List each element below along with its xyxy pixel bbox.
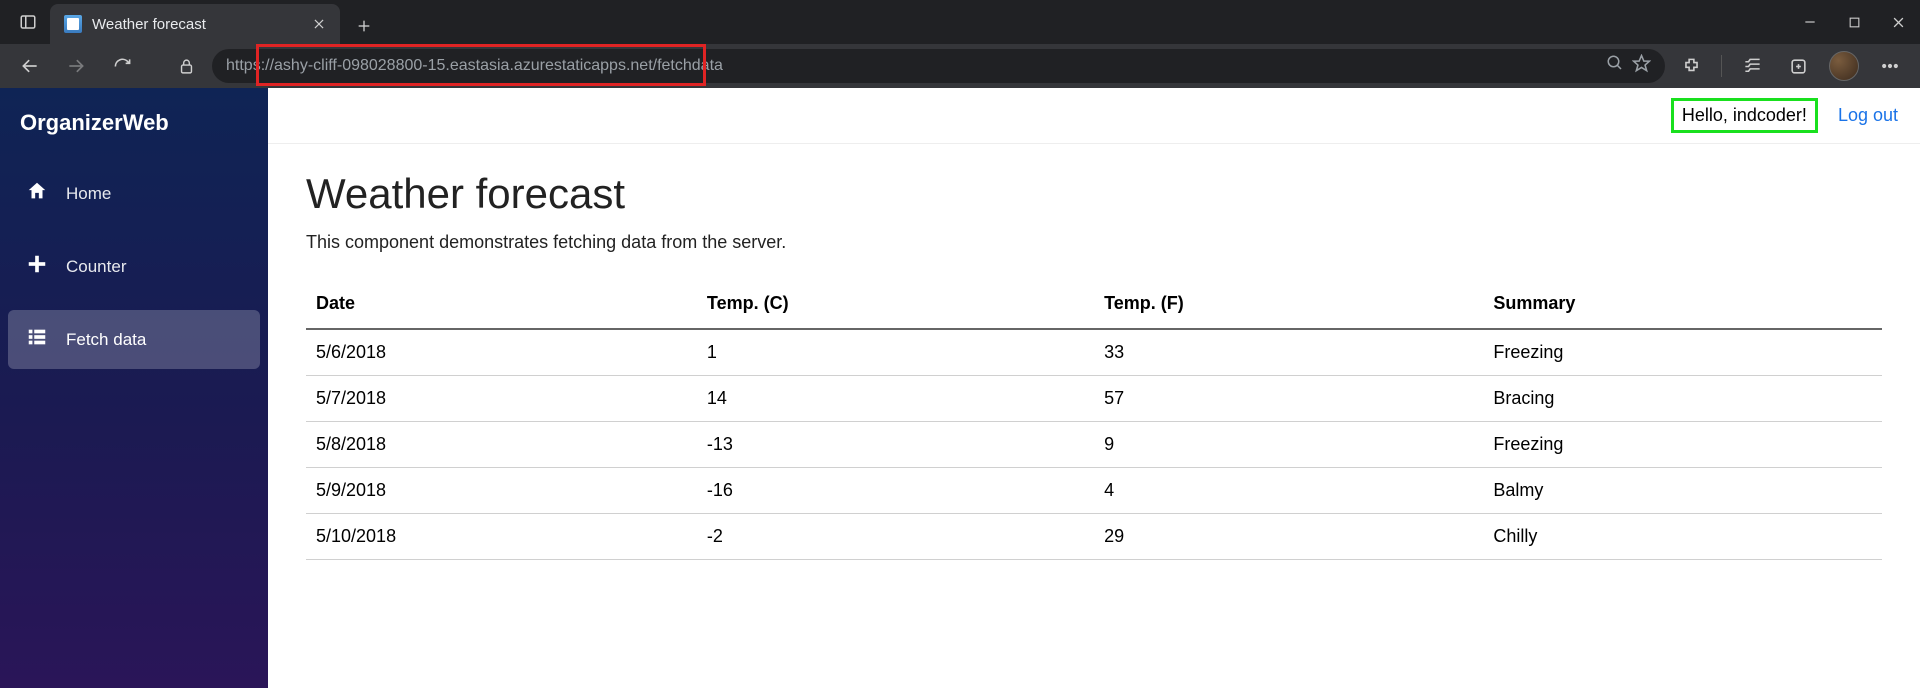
table-body: 5/6/2018 1 33 Freezing 5/7/2018 14 57 Br… xyxy=(306,329,1882,560)
more-menu-button[interactable] xyxy=(1870,46,1910,86)
forecast-table: Date Temp. (C) Temp. (F) Summary 5/6/201… xyxy=(306,279,1882,560)
cell-summary: Chilly xyxy=(1483,514,1882,560)
sidebar-item-counter[interactable]: Counter xyxy=(8,237,260,296)
home-icon xyxy=(26,180,48,207)
cell-summary: Freezing xyxy=(1483,422,1882,468)
nav-refresh-button[interactable] xyxy=(102,46,142,86)
tab-title: Weather forecast xyxy=(92,16,206,33)
table-row: 5/7/2018 14 57 Bracing xyxy=(306,376,1882,422)
table-row: 5/6/2018 1 33 Freezing xyxy=(306,329,1882,376)
cell-date: 5/7/2018 xyxy=(306,376,697,422)
collections-button[interactable] xyxy=(1778,46,1818,86)
cell-temp-f: 57 xyxy=(1094,376,1483,422)
logout-link[interactable]: Log out xyxy=(1838,105,1898,126)
app-brand[interactable]: OrganizerWeb xyxy=(0,88,268,164)
sidebar-item-fetch-data[interactable]: Fetch data xyxy=(8,310,260,369)
page-viewport: OrganizerWeb Home Counter Fetch data Hel… xyxy=(0,88,1920,688)
table-header-row: Date Temp. (C) Temp. (F) Summary xyxy=(306,279,1882,329)
plus-icon xyxy=(26,253,48,280)
sidebar-item-home[interactable]: Home xyxy=(8,164,260,223)
address-bar-url: https://ashy-cliff-098028800-15.eastasia… xyxy=(226,57,723,75)
list-icon xyxy=(26,326,48,353)
user-greeting: Hello, indcoder! xyxy=(1671,98,1818,133)
browser-toolbar: https://ashy-cliff-098028800-15.eastasia… xyxy=(0,44,1920,88)
cell-date: 5/9/2018 xyxy=(306,468,697,514)
tab-close-button[interactable] xyxy=(312,17,326,31)
cell-temp-c: -16 xyxy=(697,468,1094,514)
tab-strip: Weather forecast xyxy=(0,0,1920,44)
cell-summary: Bracing xyxy=(1483,376,1882,422)
window-minimize-button[interactable] xyxy=(1788,0,1832,44)
cell-date: 5/10/2018 xyxy=(306,514,697,560)
cell-summary: Balmy xyxy=(1483,468,1882,514)
profile-button[interactable] xyxy=(1824,46,1864,86)
col-summary: Summary xyxy=(1483,279,1882,329)
sidebar-item-label: Fetch data xyxy=(66,330,146,350)
tab-actions-button[interactable] xyxy=(6,0,50,44)
top-bar: Hello, indcoder! Log out xyxy=(268,88,1920,144)
nav-forward-button[interactable] xyxy=(56,46,96,86)
window-close-button[interactable] xyxy=(1876,0,1920,44)
cell-temp-f: 33 xyxy=(1094,329,1483,376)
window-controls xyxy=(1788,0,1920,44)
table-row: 5/9/2018 -16 4 Balmy xyxy=(306,468,1882,514)
favicon-icon xyxy=(64,15,82,33)
page-subtitle: This component demonstrates fetching dat… xyxy=(306,232,1882,253)
window-maximize-button[interactable] xyxy=(1832,0,1876,44)
cell-temp-c: 14 xyxy=(697,376,1094,422)
avatar-icon xyxy=(1829,51,1859,81)
cell-temp-f: 29 xyxy=(1094,514,1483,560)
sidebar-item-label: Home xyxy=(66,184,111,204)
sidebar: OrganizerWeb Home Counter Fetch data xyxy=(0,88,268,688)
address-bar[interactable]: https://ashy-cliff-098028800-15.eastasia… xyxy=(212,49,1665,83)
zoom-icon[interactable] xyxy=(1606,54,1624,78)
cell-date: 5/8/2018 xyxy=(306,422,697,468)
cell-temp-f: 4 xyxy=(1094,468,1483,514)
nav-back-button[interactable] xyxy=(10,46,50,86)
cell-temp-c: -13 xyxy=(697,422,1094,468)
site-info-button[interactable] xyxy=(166,46,206,86)
table-row: 5/8/2018 -13 9 Freezing xyxy=(306,422,1882,468)
sidebar-item-label: Counter xyxy=(66,257,126,277)
cell-summary: Freezing xyxy=(1483,329,1882,376)
nav-list: Home Counter Fetch data xyxy=(0,164,268,369)
content-area: Hello, indcoder! Log out Weather forecas… xyxy=(268,88,1920,688)
favorites-button[interactable] xyxy=(1732,46,1772,86)
table-row: 5/10/2018 -2 29 Chilly xyxy=(306,514,1882,560)
new-tab-button[interactable] xyxy=(346,8,382,44)
col-temp-c: Temp. (C) xyxy=(697,279,1094,329)
browser-chrome: Weather forecast https://ashy-cliff-0980… xyxy=(0,0,1920,88)
cell-temp-c: 1 xyxy=(697,329,1094,376)
col-date: Date xyxy=(306,279,697,329)
favorite-star-icon[interactable] xyxy=(1632,54,1651,78)
cell-temp-c: -2 xyxy=(697,514,1094,560)
toolbar-right-actions xyxy=(1671,46,1910,86)
main-content: Weather forecast This component demonstr… xyxy=(268,144,1920,586)
col-temp-f: Temp. (F) xyxy=(1094,279,1483,329)
separator xyxy=(1721,55,1722,77)
page-title: Weather forecast xyxy=(306,170,1882,218)
extensions-button[interactable] xyxy=(1671,46,1711,86)
browser-tab-active[interactable]: Weather forecast xyxy=(50,4,340,44)
cell-date: 5/6/2018 xyxy=(306,329,697,376)
cell-temp-f: 9 xyxy=(1094,422,1483,468)
